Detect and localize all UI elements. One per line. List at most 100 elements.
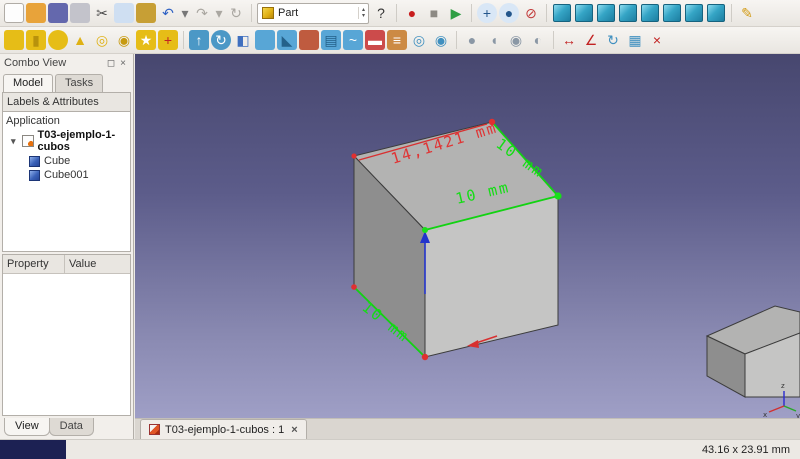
cube001-solid[interactable]: [707, 306, 800, 397]
toolbar-separator: [731, 4, 732, 22]
undo-menu-icon[interactable]: ▾: [180, 3, 190, 23]
document-icon: [22, 135, 34, 147]
part-toolbar: ▮▲◎◉★+↑↻◧◣▤~▬≡◎◉●◖◉◐↔∠↻▦×: [0, 27, 800, 54]
part-box-icon[interactable]: [4, 30, 24, 50]
close-tab-icon[interactable]: ×: [289, 424, 297, 436]
part-ruled-surface-icon[interactable]: [299, 30, 319, 50]
part-union-icon[interactable]: ◉: [506, 30, 526, 50]
cut-icon[interactable]: ✂: [92, 3, 112, 23]
measure-toggle-icon[interactable]: ▦: [625, 30, 645, 50]
toolbar-separator: [553, 31, 554, 49]
view-rear-icon[interactable]: [663, 4, 681, 22]
part-chamfer-icon[interactable]: ◣: [277, 30, 297, 50]
close-panel-icon[interactable]: ×: [117, 58, 129, 69]
main-toolbar: ✂↶▾↷▾↻Part▴▾?●■▶+●⊘✎: [0, 0, 800, 27]
workbench-selector[interactable]: Part▴▾: [257, 3, 369, 24]
toolbar-separator: [456, 31, 457, 49]
part-mirror-icon[interactable]: ◧: [233, 30, 253, 50]
part-intersection-icon[interactable]: ◐: [528, 30, 548, 50]
measure-refresh-icon[interactable]: ↻: [603, 30, 623, 50]
measure-linear-icon[interactable]: ↔: [559, 30, 579, 50]
part-sweep-icon[interactable]: ~: [343, 30, 363, 50]
redo-menu-icon[interactable]: ▾: [214, 3, 224, 23]
draw-style-icon[interactable]: ⊘: [521, 3, 541, 23]
part-revolve-icon[interactable]: ↻: [211, 30, 231, 50]
status-corner-block: [0, 440, 66, 459]
view-top-icon[interactable]: [619, 4, 637, 22]
property-column-header[interactable]: Property: [3, 255, 65, 273]
refresh-icon[interactable]: ↻: [226, 3, 246, 23]
part-extrude-icon[interactable]: ↑: [189, 30, 209, 50]
zoom-selection-icon[interactable]: ●: [499, 3, 519, 23]
combo-view-tabs: Model Tasks: [0, 72, 133, 92]
tree-item-cube[interactable]: Cube: [3, 154, 130, 168]
labels-attributes-header: Labels & Attributes: [2, 92, 131, 112]
workbench-spinner[interactable]: ▴▾: [358, 7, 365, 19]
part-sphere-icon[interactable]: [48, 30, 68, 50]
part-cylinder-icon[interactable]: ▮: [26, 30, 46, 50]
view-left-icon[interactable]: [707, 4, 725, 22]
part-cone-icon[interactable]: ▲: [70, 30, 90, 50]
tab-data[interactable]: Data: [49, 418, 94, 436]
tree-item-cube001[interactable]: Cube001: [3, 168, 130, 182]
toolbar-separator: [546, 4, 547, 22]
expander-icon[interactable]: ▾: [11, 136, 18, 147]
document-tab[interactable]: T03-ejemplo-1-cubos : 1 ×: [140, 419, 307, 439]
copy-icon[interactable]: [114, 3, 134, 23]
zoom-fit-icon[interactable]: +: [477, 3, 497, 23]
part-offset-icon[interactable]: ◎: [409, 30, 429, 50]
toolbar-separator: [396, 4, 397, 22]
panel-title: Combo View: [4, 57, 105, 69]
float-panel-icon[interactable]: ◻: [105, 58, 117, 69]
tree-item-label: Application: [6, 115, 60, 127]
macro-stop-icon[interactable]: ■: [424, 3, 444, 23]
view-fit-all-icon[interactable]: [553, 4, 571, 22]
part-primitives-icon[interactable]: ★: [136, 30, 156, 50]
toolbar-separator: [471, 4, 472, 22]
part-tube-icon[interactable]: ◉: [114, 30, 134, 50]
property-editor: Property Value: [2, 254, 131, 416]
save-document-icon[interactable]: [48, 3, 68, 23]
toolbar-separator: [183, 31, 184, 49]
whats-this-icon[interactable]: ?: [371, 3, 391, 23]
tree-item-application[interactable]: Application: [3, 114, 130, 128]
part-section-icon[interactable]: ▬: [365, 30, 385, 50]
model-tree: Application ▾ T03-ejemplo-1-cubos Cube C…: [2, 112, 131, 252]
tree-item-document[interactable]: ▾ T03-ejemplo-1-cubos: [3, 128, 130, 154]
value-column-header[interactable]: Value: [65, 255, 100, 273]
macro-record-icon[interactable]: ●: [402, 3, 422, 23]
workbench-part-icon: [262, 7, 274, 19]
part-loft-icon[interactable]: ▤: [321, 30, 341, 50]
redo-icon[interactable]: ↷: [192, 3, 212, 23]
freecad-window: { "colors": { "dim_green": "#14dd14", "d…: [0, 0, 800, 459]
sketch-edit-icon[interactable]: ✎: [737, 3, 757, 23]
paste-icon[interactable]: [136, 3, 156, 23]
view-front-icon[interactable]: [597, 4, 615, 22]
view-isometric-icon[interactable]: [575, 4, 593, 22]
print-document-icon[interactable]: [70, 3, 90, 23]
undo-icon[interactable]: ↶: [158, 3, 178, 23]
view-bottom-icon[interactable]: [685, 4, 703, 22]
toolbar-separator: [251, 4, 252, 22]
part-torus-icon[interactable]: ◎: [92, 30, 112, 50]
open-document-icon[interactable]: [26, 3, 46, 23]
tree-item-label: Cube: [44, 155, 70, 167]
tab-view[interactable]: View: [4, 418, 50, 436]
view-right-icon[interactable]: [641, 4, 659, 22]
measure-angular-icon[interactable]: ∠: [581, 30, 601, 50]
part-cross-sections-icon[interactable]: ≡: [387, 30, 407, 50]
part-shapebuilder-icon[interactable]: +: [158, 30, 178, 50]
new-document-icon[interactable]: [4, 3, 24, 23]
3d-scene: 14,1421 mm 10 mm 10 mm 10 mm z x y: [135, 54, 800, 418]
part-cut-icon[interactable]: ◖: [484, 30, 504, 50]
part-boolean-icon[interactable]: ●: [462, 30, 482, 50]
tree-item-label: Cube001: [44, 169, 89, 181]
tab-tasks[interactable]: Tasks: [55, 74, 103, 92]
macro-execute-icon[interactable]: ▶: [446, 3, 466, 23]
tab-model[interactable]: Model: [3, 74, 53, 92]
part-thickness-icon[interactable]: ◉: [431, 30, 451, 50]
part-fillet-icon[interactable]: [255, 30, 275, 50]
axis-z-label: z: [781, 382, 785, 390]
measure-clear-icon[interactable]: ×: [647, 30, 667, 50]
3d-viewport[interactable]: 14,1421 mm 10 mm 10 mm 10 mm z x y: [135, 54, 800, 418]
